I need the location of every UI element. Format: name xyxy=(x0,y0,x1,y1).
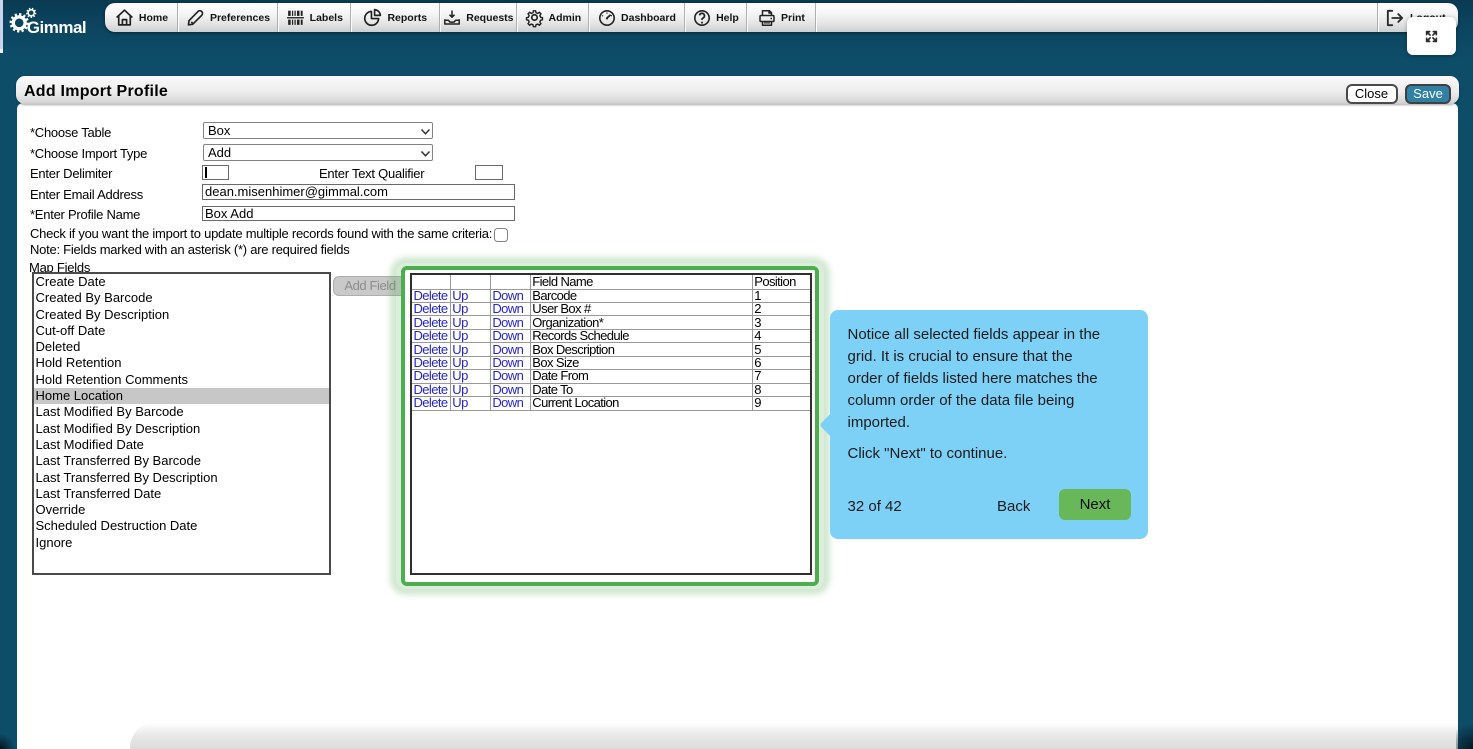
svg-text:Gimmal: Gimmal xyxy=(27,18,86,37)
